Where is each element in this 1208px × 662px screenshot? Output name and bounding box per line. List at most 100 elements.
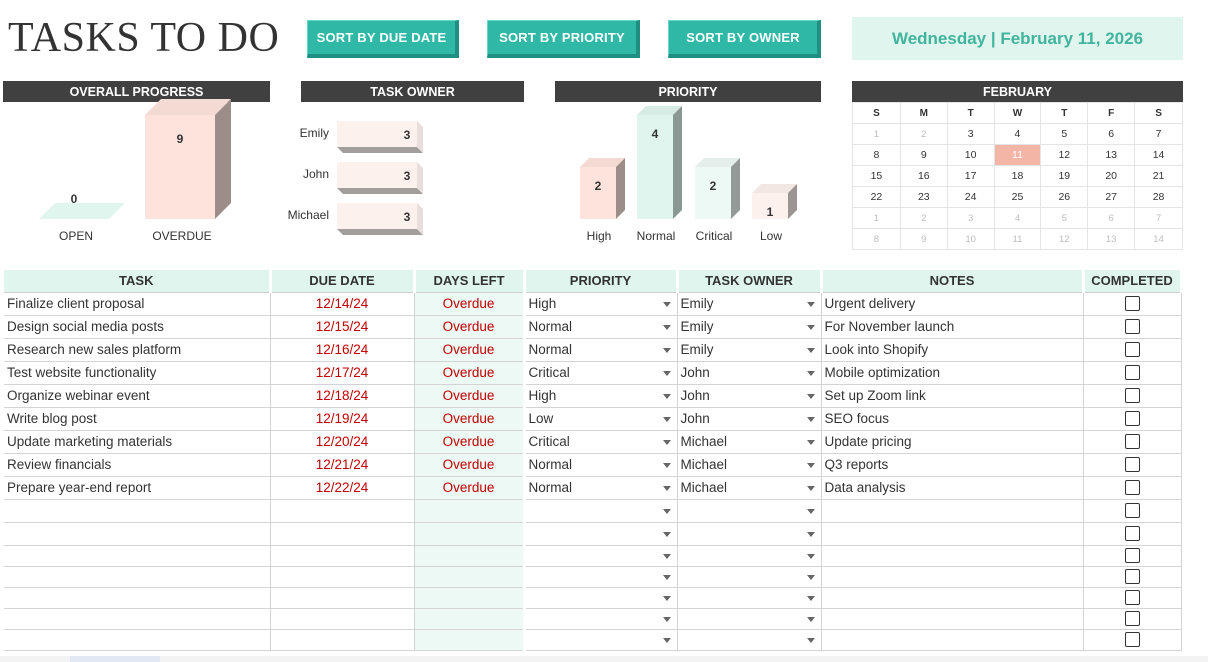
priority-dropdown[interactable] [524, 499, 678, 523]
calendar-day[interactable]: 23 [899, 186, 948, 208]
calendar-day[interactable]: 10 [946, 144, 995, 166]
due-date-cell[interactable]: 12/21/24 [270, 453, 415, 477]
owner-dropdown[interactable] [677, 566, 822, 588]
owner-dropdown[interactable] [677, 587, 822, 609]
owner-dropdown[interactable]: Emily [677, 292, 822, 316]
notes-cell[interactable]: For November launch [821, 315, 1084, 339]
dropdown-caret-icon[interactable] [662, 553, 671, 559]
completed-checkbox[interactable] [1124, 526, 1140, 542]
notes-cell[interactable] [821, 522, 1084, 546]
calendar-day[interactable]: 14 [1134, 228, 1183, 250]
column-header-due-date[interactable]: DUE DATE [270, 270, 416, 293]
priority-dropdown[interactable]: Critical [524, 430, 678, 454]
calendar-day[interactable]: 28 [1134, 186, 1183, 208]
completed-checkbox[interactable] [1124, 503, 1140, 519]
task-cell[interactable] [4, 629, 271, 651]
dropdown-caret-icon[interactable] [662, 637, 671, 643]
due-date-cell[interactable] [270, 608, 415, 630]
due-date-cell[interactable]: 12/17/24 [270, 361, 415, 385]
notes-cell[interactable] [821, 499, 1084, 523]
sheet-tab[interactable] [70, 656, 160, 662]
dropdown-caret-icon[interactable] [806, 439, 815, 445]
calendar-day[interactable]: 5 [1040, 123, 1089, 145]
priority-dropdown[interactable] [524, 566, 678, 588]
priority-dropdown[interactable] [524, 522, 678, 546]
owner-dropdown[interactable] [677, 522, 822, 546]
task-cell[interactable]: Prepare year-end report [4, 476, 271, 500]
dropdown-caret-icon[interactable] [806, 324, 815, 330]
notes-cell[interactable]: Mobile optimization [821, 361, 1084, 385]
dropdown-caret-icon[interactable] [806, 574, 815, 580]
dropdown-caret-icon[interactable] [662, 324, 671, 330]
due-date-cell[interactable]: 12/22/24 [270, 476, 415, 500]
due-date-cell[interactable] [270, 629, 415, 651]
calendar-day-today[interactable]: 11 [993, 144, 1042, 166]
due-date-cell[interactable]: 12/20/24 [270, 430, 415, 454]
calendar-day[interactable]: 16 [899, 165, 948, 187]
calendar-day[interactable]: 4 [993, 207, 1042, 229]
completed-checkbox[interactable] [1124, 342, 1140, 358]
dropdown-caret-icon[interactable] [806, 301, 815, 307]
dropdown-caret-icon[interactable] [662, 462, 671, 468]
calendar-day[interactable]: 8 [852, 144, 901, 166]
calendar-day[interactable]: 12 [1040, 228, 1089, 250]
calendar-day[interactable]: 19 [1040, 165, 1089, 187]
notes-cell[interactable]: Update pricing [821, 430, 1084, 454]
calendar-day[interactable]: 8 [852, 228, 901, 250]
completed-checkbox[interactable] [1124, 411, 1140, 427]
due-date-cell[interactable] [270, 499, 415, 523]
dropdown-caret-icon[interactable] [806, 616, 815, 622]
priority-dropdown[interactable]: Normal [524, 315, 678, 339]
dropdown-caret-icon[interactable] [806, 485, 815, 491]
column-header-completed[interactable]: COMPLETED [1083, 270, 1183, 293]
task-cell[interactable]: Review financials [4, 453, 271, 477]
sort-by-owner-button[interactable]: SORT BY OWNER [668, 20, 821, 58]
calendar-day[interactable]: 5 [1040, 207, 1089, 229]
owner-dropdown[interactable]: Michael [677, 476, 822, 500]
completed-checkbox[interactable] [1124, 480, 1140, 496]
task-cell[interactable] [4, 566, 271, 588]
calendar-day[interactable]: 11 [993, 228, 1042, 250]
dropdown-caret-icon[interactable] [806, 370, 815, 376]
calendar-day[interactable]: 25 [993, 186, 1042, 208]
task-cell[interactable]: Design social media posts [4, 315, 271, 339]
task-cell[interactable] [4, 587, 271, 609]
priority-dropdown[interactable]: Low [524, 407, 678, 431]
calendar-day[interactable]: 10 [946, 228, 995, 250]
calendar-day[interactable]: 1 [852, 123, 901, 145]
task-cell[interactable]: Update marketing materials [4, 430, 271, 454]
owner-dropdown[interactable] [677, 629, 822, 651]
notes-cell[interactable]: Set up Zoom link [821, 384, 1084, 408]
task-cell[interactable] [4, 499, 271, 523]
due-date-cell[interactable] [270, 566, 415, 588]
completed-checkbox[interactable] [1124, 388, 1140, 404]
notes-cell[interactable]: Data analysis [821, 476, 1084, 500]
completed-checkbox[interactable] [1124, 548, 1140, 564]
completed-checkbox[interactable] [1124, 590, 1140, 606]
calendar-day[interactable]: 6 [1087, 123, 1136, 145]
priority-dropdown[interactable]: High [524, 384, 678, 408]
completed-checkbox[interactable] [1124, 319, 1140, 335]
notes-cell[interactable]: Q3 reports [821, 453, 1084, 477]
dropdown-caret-icon[interactable] [662, 616, 671, 622]
dropdown-caret-icon[interactable] [662, 439, 671, 445]
calendar-day[interactable]: 4 [993, 123, 1042, 145]
priority-dropdown[interactable]: Normal [524, 338, 678, 362]
dropdown-caret-icon[interactable] [806, 416, 815, 422]
calendar-day[interactable]: 3 [946, 207, 995, 229]
sort-by-due-date-button[interactable]: SORT BY DUE DATE [307, 20, 459, 58]
owner-dropdown[interactable]: John [677, 361, 822, 385]
task-cell[interactable] [4, 545, 271, 567]
completed-checkbox[interactable] [1124, 457, 1140, 473]
dropdown-caret-icon[interactable] [662, 416, 671, 422]
dropdown-caret-icon[interactable] [662, 347, 671, 353]
due-date-cell[interactable] [270, 522, 415, 546]
dropdown-caret-icon[interactable] [806, 595, 815, 601]
dropdown-caret-icon[interactable] [662, 595, 671, 601]
calendar-day[interactable]: 26 [1040, 186, 1089, 208]
notes-cell[interactable] [821, 608, 1084, 630]
calendar-day[interactable]: 24 [946, 186, 995, 208]
due-date-cell[interactable]: 12/15/24 [270, 315, 415, 339]
priority-dropdown[interactable]: Critical [524, 361, 678, 385]
owner-dropdown[interactable]: Michael [677, 453, 822, 477]
